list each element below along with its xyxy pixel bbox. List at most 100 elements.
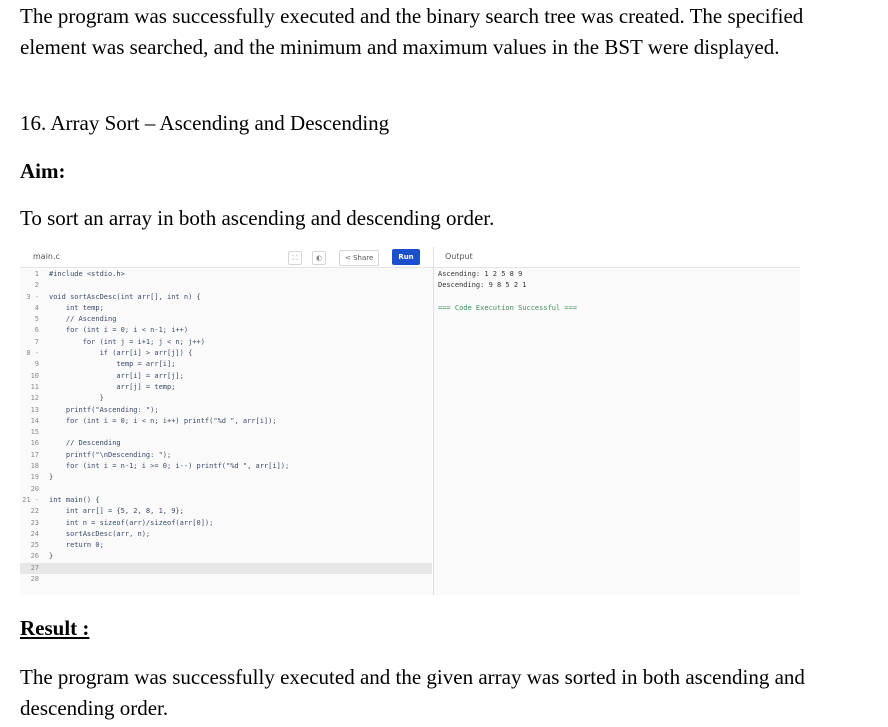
code-line[interactable]: 21 - int main() { [20,495,432,506]
aim-text: To sort an array in both ascending and d… [20,206,495,230]
code-line[interactable]: 3 - void sortAscDesc(int arr[], int n) { [20,292,432,303]
code-line[interactable]: 22 int arr[] = {5, 2, 8, 1, 9}; [20,506,432,517]
line-number: 7 [34,337,39,346]
line-number: 22 [30,507,39,516]
output-pane: Ascending: 1 2 5 8 9 Descending: 9 8 5 2 … [438,269,798,314]
result-text: The program was successfully executed an… [20,665,805,720]
line-number: 24 [30,529,39,538]
code-line[interactable]: 15 [20,427,432,438]
code-text: int temp; [49,303,104,312]
code-line[interactable]: 6 for (int i = 0; i < n-1; i++) [20,325,432,336]
line-number: 13 [30,405,39,414]
code-text: sortAscDesc(arr, n); [49,529,151,538]
share-icon: < [345,254,354,262]
line-number: 8 - [26,349,39,358]
line-number: 2 [34,281,39,290]
code-text: } [49,552,54,561]
code-text: } [49,473,54,482]
code-line[interactable]: 2 [20,280,432,291]
code-text: for (int i = 0; i < n-1; i++) [49,326,189,335]
intro-paragraph: The program was successfully executed an… [20,4,804,59]
code-text: if (arr[i] > arr[j]) { [49,349,193,358]
line-number: 4 [34,303,39,312]
line-number: 6 [34,326,39,335]
code-line[interactable]: 13 printf("Ascending: "); [20,405,432,416]
code-text: printf("Ascending: "); [49,405,159,414]
line-number: 19 [30,473,39,482]
code-text: int n = sizeof(arr)/sizeof(arr[0]); [49,518,214,527]
code-editor-screenshot: main.c ⛶ ◐ < Share Run Output 1 #include … [20,247,800,595]
output-title: Output [445,252,473,261]
line-number: 17 [30,450,39,459]
line-number: 15 [30,428,39,437]
line-number: 20 [30,484,39,493]
line-number: 25 [30,541,39,550]
code-text: for (int j = i+1; j < n; j++) [49,337,205,346]
line-number: 12 [30,394,39,403]
line-number: 5 [34,315,39,324]
code-line[interactable]: 24 sortAscDesc(arr, n); [20,529,432,540]
code-line[interactable]: 23 int n = sizeof(arr)/sizeof(arr[0]); [20,518,432,529]
code-line[interactable]: 10 arr[i] = arr[j]; [20,371,432,382]
line-number: 3 - [26,292,39,301]
code-line[interactable]: 4 int temp; [20,303,432,314]
code-text: void sortAscDesc(int arr[], int n) { [49,292,201,301]
share-button[interactable]: < Share [339,250,380,266]
result-heading: Result : [20,616,90,640]
code-line[interactable]: 16 // Descending [20,438,432,449]
code-line[interactable]: 19} [20,472,432,483]
line-number: 28 [30,575,39,584]
line-number: 23 [30,518,39,527]
code-line[interactable]: 25 return 0; [20,540,432,551]
code-line[interactable]: 1 #include <stdio.h> [20,269,432,280]
code-text: return 0; [49,541,104,550]
line-number: 27 [30,563,39,572]
code-pane[interactable]: 1 #include <stdio.h> 2 3 - void sortAscDesc(… [20,269,432,585]
file-tab[interactable]: main.c [33,252,60,261]
code-line[interactable]: 18 for (int i = n-1; i >= 0; i--) printf… [20,461,432,472]
code-text: } [49,394,104,403]
code-line[interactable]: 28 [20,574,432,585]
code-line[interactable]: 7 for (int j = i+1; j < n; j++) [20,337,432,348]
line-number: 11 [30,382,39,391]
theme-icon[interactable]: ◐ [312,251,326,265]
code-line[interactable]: 12 } [20,393,432,404]
code-line[interactable]: 9 temp = arr[i]; [20,359,432,370]
output-line: === Code Execution Successful === [438,303,578,312]
line-number: 10 [30,371,39,380]
code-text: int arr[] = {5, 2, 8, 1, 9}; [49,507,184,516]
line-number: 21 - [22,495,39,504]
code-line[interactable]: 5 // Ascending [20,314,432,325]
code-text: temp = arr[i]; [49,360,176,369]
run-button[interactable]: Run [392,249,420,265]
code-text: printf("\nDescending: "); [49,450,172,459]
code-text: arr[i] = arr[j]; [49,371,184,380]
line-number: 26 [30,552,39,561]
line-number: 14 [30,416,39,425]
share-label: Share [353,254,374,262]
pane-divider[interactable] [433,247,434,595]
code-text: int main() { [49,495,100,504]
code-line[interactable]: 8 - if (arr[i] > arr[j]) { [20,348,432,359]
line-number: 9 [34,360,39,369]
editor-toolbar: main.c ⛶ ◐ < Share Run Output [20,247,800,268]
aim-heading: Aim: [20,159,66,183]
code-line[interactable]: 27 [20,562,432,575]
code-line[interactable]: 14 for (int i = 0; i < n; i++) printf("%… [20,416,432,427]
code-text: for (int i = n-1; i >= 0; i--) printf("%… [49,462,290,471]
code-line[interactable]: 11 arr[j] = temp; [20,382,432,393]
output-line: Ascending: 1 2 5 8 9 [438,270,523,278]
section-title: 16. Array Sort – Ascending and Descendin… [20,111,390,135]
expand-icon[interactable]: ⛶ [288,251,302,265]
line-number: 18 [30,462,39,471]
code-line[interactable]: 20 [20,484,432,495]
code-text: arr[j] = temp; [49,382,176,391]
code-text: // Descending [49,439,121,448]
code-text: #include <stdio.h> [49,270,125,278]
code-text: for (int i = 0; i < n; i++) printf("%d "… [49,416,277,425]
line-number: 16 [30,439,39,448]
code-line[interactable]: 17 printf("\nDescending: "); [20,450,432,461]
code-text: // Ascending [49,315,117,324]
code-line[interactable]: 26} [20,551,432,562]
